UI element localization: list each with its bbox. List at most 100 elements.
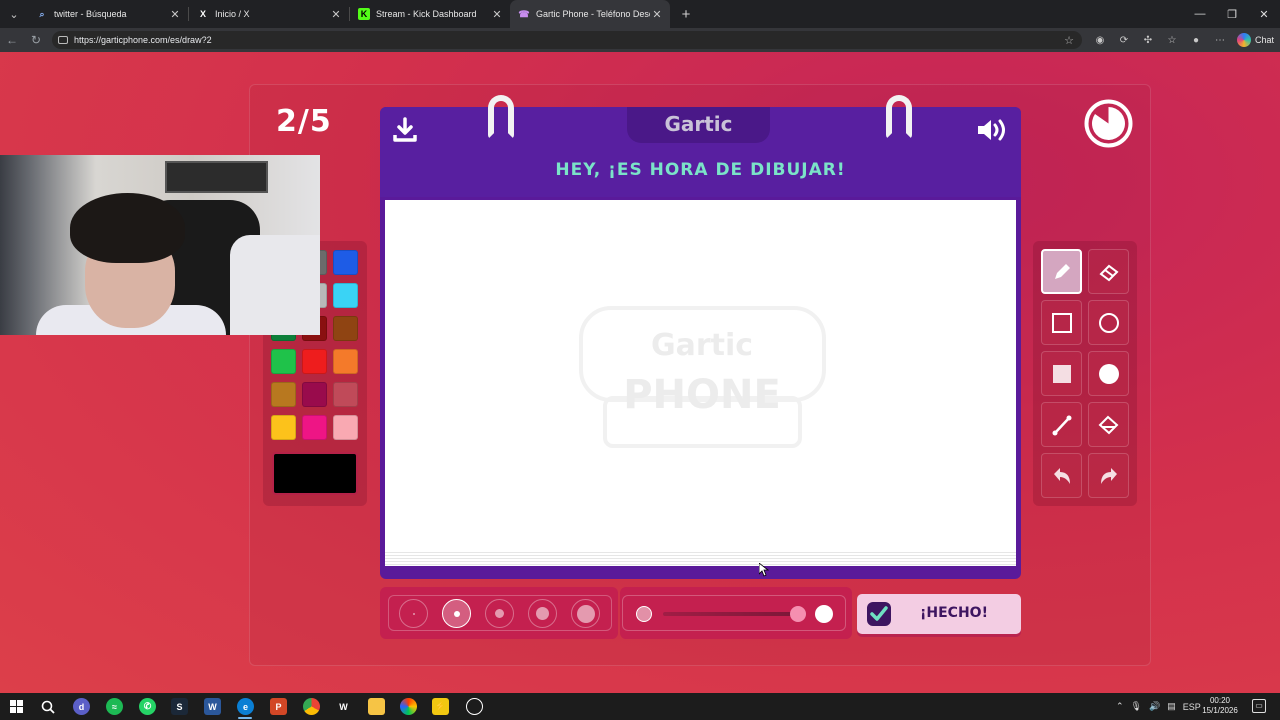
- address-bar[interactable]: https://garticphone.com/es/draw?2 ☆: [52, 31, 1082, 49]
- edge-icon[interactable]: e: [237, 698, 254, 715]
- favorites-icon[interactable]: ☆: [1160, 35, 1184, 46]
- microphone-icon[interactable]: 🎙: [1131, 701, 1142, 712]
- maximize-icon[interactable]: ❐: [1216, 0, 1248, 28]
- spotify-icon[interactable]: ≈: [106, 698, 123, 715]
- windows-start-icon[interactable]: [8, 698, 25, 715]
- brush-size-option[interactable]: [485, 599, 514, 628]
- discord-icon[interactable]: d: [73, 698, 90, 715]
- ellipse-outline-tool[interactable]: [1088, 300, 1129, 345]
- close-tab-icon[interactable]: ✕: [650, 8, 664, 21]
- browser-tab-kick-dashboard[interactable]: K Stream - Kick Dashboard ✕: [350, 0, 510, 28]
- file-explorer-icon[interactable]: [368, 698, 385, 715]
- watermark-bottom-text: PHONE: [623, 372, 781, 418]
- clock-date: 15/1/2026: [1202, 706, 1238, 715]
- eraser-icon: [1098, 264, 1119, 281]
- brush-size-option[interactable]: [399, 599, 428, 628]
- close-tab-icon[interactable]: ✕: [490, 8, 504, 21]
- done-button[interactable]: ¡HECHO!: [857, 594, 1021, 634]
- paper-edge: [385, 552, 1016, 566]
- fill-bucket-tool[interactable]: [1088, 402, 1129, 447]
- download-icon[interactable]: [392, 117, 418, 143]
- ellipse-fill-tool[interactable]: [1088, 351, 1129, 396]
- site-info-icon[interactable]: [58, 36, 68, 44]
- more-menu-icon[interactable]: ⋯: [1208, 35, 1232, 46]
- undo-tool[interactable]: [1041, 453, 1082, 498]
- pen-app-icon[interactable]: ⚡: [432, 698, 449, 715]
- color-swatch[interactable]: [333, 382, 358, 407]
- color-swatch[interactable]: [302, 382, 327, 407]
- color-swatch[interactable]: [302, 415, 327, 440]
- extension-icons: ◉ ⟳ ✣ ☆ ● ⋯: [1088, 28, 1232, 52]
- whatsapp-icon[interactable]: ✆: [139, 698, 156, 715]
- volume-icon[interactable]: 🔊: [1149, 701, 1160, 712]
- photos-icon[interactable]: [400, 698, 417, 715]
- minimize-icon[interactable]: —: [1184, 0, 1216, 28]
- tab-search-button[interactable]: ⌄: [0, 0, 28, 28]
- gartic-phone-watermark: Gartic PHONE: [579, 306, 826, 448]
- network-icon[interactable]: ▤: [1167, 701, 1176, 712]
- color-swatch[interactable]: [333, 316, 358, 341]
- brush-size-option[interactable]: [442, 599, 471, 628]
- brush-size-group: [388, 595, 612, 631]
- opacity-slider-handle[interactable]: [790, 606, 806, 622]
- chrome-icon[interactable]: [303, 698, 320, 715]
- close-window-icon[interactable]: ✕: [1248, 0, 1280, 28]
- tab-title: Stream - Kick Dashboard: [376, 9, 477, 19]
- wacom-icon[interactable]: W: [335, 698, 352, 715]
- pencil-tool[interactable]: [1041, 249, 1082, 294]
- color-swatch[interactable]: [333, 250, 358, 275]
- reload-icon[interactable]: ↻: [24, 33, 48, 47]
- gartic-logo: Gartic: [664, 112, 733, 136]
- word-icon[interactable]: W: [204, 698, 221, 715]
- chevron-up-icon[interactable]: ⌃: [1116, 701, 1124, 712]
- browser-tab-twitter-search[interactable]: ⌕ twitter - Búsqueda ✕: [28, 0, 188, 28]
- redo-tool[interactable]: [1088, 453, 1129, 498]
- logo-tab: Gartic: [627, 107, 770, 143]
- x-logo-icon: X: [199, 9, 206, 19]
- address-toolbar: ← ↻ https://garticphone.com/es/draw?2 ☆ …: [0, 28, 1280, 52]
- drawing-canvas[interactable]: Gartic PHONE: [385, 200, 1016, 552]
- color-swatch[interactable]: [302, 349, 327, 374]
- color-swatch[interactable]: [333, 283, 358, 308]
- draw-prompt: HEY, ¡ES HORA DE DIBUJAR!: [555, 160, 846, 180]
- brush-size-option[interactable]: [571, 599, 600, 628]
- color-swatch[interactable]: [271, 415, 296, 440]
- steam-icon[interactable]: S: [171, 698, 188, 715]
- eraser-tool[interactable]: [1088, 249, 1129, 294]
- undo-icon: [1053, 467, 1070, 484]
- copilot-chat-button[interactable]: Chat: [1236, 31, 1274, 49]
- bookmark-star-icon[interactable]: ☆: [1064, 34, 1074, 47]
- close-tab-icon[interactable]: ✕: [329, 8, 343, 21]
- browser-tab-gartic-phone[interactable]: ☎ Gartic Phone - Teléfono Descompuesto ✕: [510, 0, 670, 28]
- rectangle-outline-tool[interactable]: [1041, 300, 1082, 345]
- obs-icon[interactable]: [466, 698, 483, 715]
- color-swatch[interactable]: [333, 415, 358, 440]
- back-icon[interactable]: ←: [0, 33, 24, 47]
- new-tab-button[interactable]: +: [674, 6, 698, 23]
- color-swatch[interactable]: [333, 349, 358, 374]
- line-tool[interactable]: [1041, 402, 1082, 447]
- windows-taskbar: d ≈ ✆ S W e P W ⚡ ⌃ 🎙 🔊 ▤ ESP 00:20 15/1…: [0, 693, 1280, 720]
- chat-label: Chat: [1254, 35, 1274, 45]
- system-clock[interactable]: 00:20 15/1/2026: [1198, 696, 1242, 716]
- clock-time: 00:20: [1209, 696, 1231, 705]
- extensions-puzzle-icon[interactable]: ✣: [1136, 35, 1160, 46]
- current-color-swatch: [272, 452, 358, 495]
- color-swatch[interactable]: [271, 382, 296, 407]
- browser-tab-x-home[interactable]: X Inicio / X ✕: [189, 0, 349, 28]
- brush-size-option[interactable]: [528, 599, 557, 628]
- close-tab-icon[interactable]: ✕: [168, 8, 182, 21]
- rectangle-fill-tool[interactable]: [1041, 351, 1082, 396]
- notification-icon[interactable]: ▭: [1252, 699, 1266, 713]
- extension-icon[interactable]: ◉: [1088, 35, 1112, 46]
- browser-tab-strip: ⌄ ⌕ twitter - Búsqueda ✕ X Inicio / X ✕ …: [0, 0, 1280, 28]
- color-swatch[interactable]: [271, 349, 296, 374]
- search-icon[interactable]: [39, 698, 56, 715]
- kick-logo-icon: K: [358, 8, 370, 20]
- profile-avatar-icon[interactable]: ●: [1184, 35, 1208, 46]
- refresh-extension-icon[interactable]: ⟳: [1112, 35, 1136, 46]
- opacity-panel: [620, 587, 852, 639]
- speaker-icon[interactable]: [976, 117, 1010, 143]
- opacity-slider-track[interactable]: [663, 612, 797, 616]
- powerpoint-icon[interactable]: P: [270, 698, 287, 715]
